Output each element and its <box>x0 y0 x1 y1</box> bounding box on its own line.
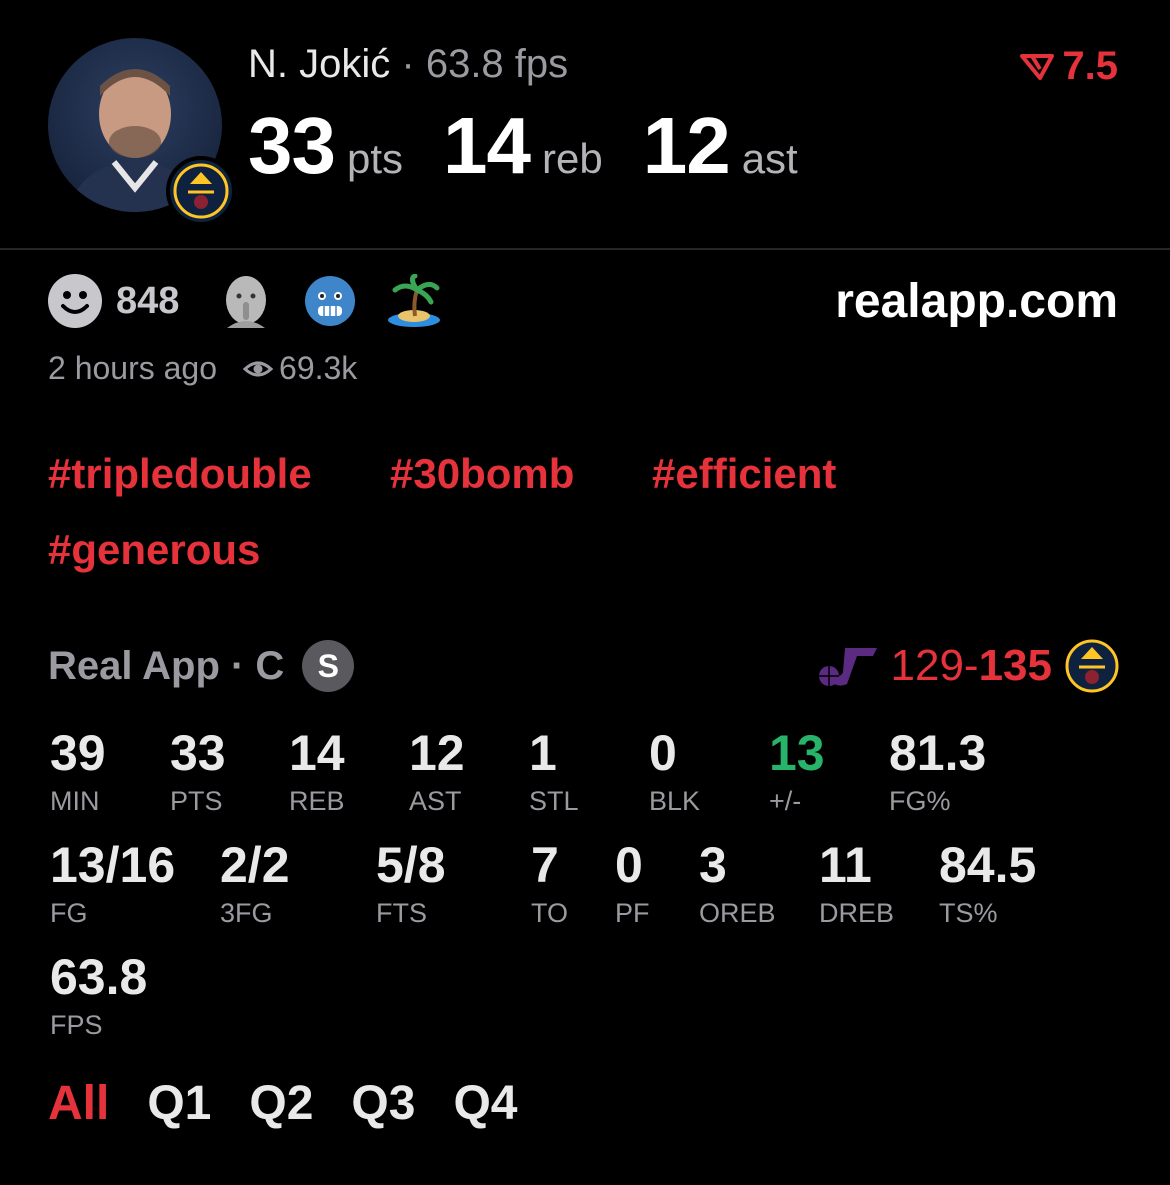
tab-q4[interactable]: Q4 <box>453 1076 517 1131</box>
stat-dreb: 11 DREB <box>819 840 894 929</box>
stat-ts-pct: 84.5 TS% <box>939 840 1036 929</box>
header-divider <box>0 248 1170 250</box>
stat-label: FTS <box>376 898 427 928</box>
stat-fts: 5/8 FTS <box>376 840 446 929</box>
stat-value: 11 <box>819 837 872 893</box>
assists-value: 12 <box>642 101 731 190</box>
rebounds-unit: reb <box>542 135 603 182</box>
eye-icon <box>243 361 274 376</box>
shushing-face-emoji-icon[interactable] <box>219 274 273 328</box>
game-score[interactable]: 129-135 <box>817 638 1121 694</box>
jazz-logo-icon <box>818 648 877 686</box>
quarter-tabs: All Q1 Q2 Q3 Q4 <box>48 1076 517 1131</box>
stat-fg-pct: 81.3 FG% <box>889 728 986 817</box>
stat-oreb: 3 OREB <box>699 840 776 929</box>
stat-label: MIN <box>50 786 100 816</box>
player-fps: 63.8 fps <box>425 42 569 86</box>
stat-plus-minus: 13 +/- <box>769 728 825 817</box>
source-line: Real App · C S <box>48 640 355 692</box>
tag-30bomb[interactable]: #30bomb <box>390 450 574 498</box>
rating-value: 7.5 <box>1062 44 1118 88</box>
tab-q2[interactable]: Q2 <box>249 1076 313 1131</box>
stat-label: FG <box>50 898 88 928</box>
stat-reb: 14 REB <box>289 728 345 817</box>
tab-q1[interactable]: Q1 <box>147 1076 211 1131</box>
stat-min: 39 MIN <box>50 728 106 817</box>
stat-value: 12 <box>409 725 465 781</box>
player-headline: N. Jokić · 63.8 fps <box>248 42 568 87</box>
stat-fps: 63.8 FPS <box>50 952 147 1041</box>
stat-label: PTS <box>170 786 223 816</box>
s-badge: S <box>302 640 355 692</box>
stat-value: 81.3 <box>889 725 987 781</box>
rebounds-value: 14 <box>443 101 531 190</box>
stat-label: +/- <box>769 786 802 816</box>
stat-value: 0 <box>649 725 677 781</box>
home-score: 135 <box>978 641 1052 690</box>
stat-value: 14 <box>289 725 345 781</box>
stat-label: REB <box>289 786 345 816</box>
headline-stats: 33 pts 14 reb 12 ast <box>248 100 838 192</box>
smiley-reaction-icon[interactable] <box>48 274 102 328</box>
stat-label: FPS <box>50 1010 103 1040</box>
stat-pts: 33 PTS <box>170 728 226 817</box>
stat-label: OREB <box>699 898 776 928</box>
tab-q3[interactable]: Q3 <box>351 1076 415 1131</box>
points-value: 33 <box>248 101 336 190</box>
points-unit: pts <box>346 135 404 182</box>
stat-value: 3 <box>699 837 727 893</box>
stat-label: DREB <box>819 898 895 928</box>
stat-label: STL <box>529 786 579 816</box>
away-score: 129- <box>890 641 979 690</box>
real-logo-icon <box>1020 53 1055 80</box>
reaction-count: 848 <box>116 279 180 322</box>
stat-value: 13/16 <box>50 837 176 893</box>
stat-value: 1 <box>529 725 557 781</box>
rating-badge[interactable]: 7.5 <box>1020 44 1118 89</box>
tab-all[interactable]: All <box>48 1076 109 1131</box>
tag-tripledouble[interactable]: #tripledouble <box>48 450 312 498</box>
island-emoji-icon[interactable] <box>387 273 441 328</box>
stat-value: 63.8 <box>50 949 148 1005</box>
stat-value: 33 <box>170 725 226 781</box>
view-count-value: 69.3k <box>279 350 358 386</box>
nuggets-logo-icon <box>1065 639 1119 693</box>
player-name[interactable]: N. Jokić <box>248 42 390 86</box>
view-count: 69.3k <box>243 350 357 387</box>
source-label: Real App · C <box>48 643 285 688</box>
stat-label: TO <box>531 898 569 928</box>
stat-value: 0 <box>615 837 643 893</box>
post-time: 2 hours ago <box>48 350 218 386</box>
stat-label: FG% <box>889 786 951 816</box>
stat-label: PF <box>615 898 650 928</box>
stat-blk: 0 BLK <box>649 728 700 817</box>
assists-unit: ast <box>741 135 798 182</box>
site-link[interactable]: realapp.com <box>835 274 1118 329</box>
nuggets-logo-icon <box>166 156 236 226</box>
stat-label: AST <box>409 786 462 816</box>
stat-fg: 13/16 FG <box>50 840 175 929</box>
stat-label: BLK <box>649 786 701 816</box>
stat-value: 2/2 <box>220 837 290 893</box>
stat-3fg: 2/2 3FG <box>220 840 290 929</box>
stat-value: 84.5 <box>939 837 1037 893</box>
tag-generous[interactable]: #generous <box>48 526 260 574</box>
stat-ast: 12 AST <box>409 728 465 817</box>
stat-value: 39 <box>50 725 106 781</box>
post-meta: 2 hours ago 69.3k <box>48 350 357 387</box>
cold-face-emoji-icon[interactable] <box>303 274 357 328</box>
stat-value: 13 <box>769 725 825 781</box>
reactions-bar: 848 <box>48 272 471 330</box>
stat-pf: 0 PF <box>615 840 650 929</box>
stat-label: 3FG <box>220 898 273 928</box>
stat-value: 7 <box>531 837 559 893</box>
stat-label: TS% <box>939 898 998 928</box>
tag-efficient[interactable]: #efficient <box>652 450 836 498</box>
stat-stl: 1 STL <box>529 728 579 817</box>
stat-to: 7 TO <box>531 840 568 929</box>
stat-value: 5/8 <box>376 837 446 893</box>
headline-separator: · <box>401 42 415 86</box>
